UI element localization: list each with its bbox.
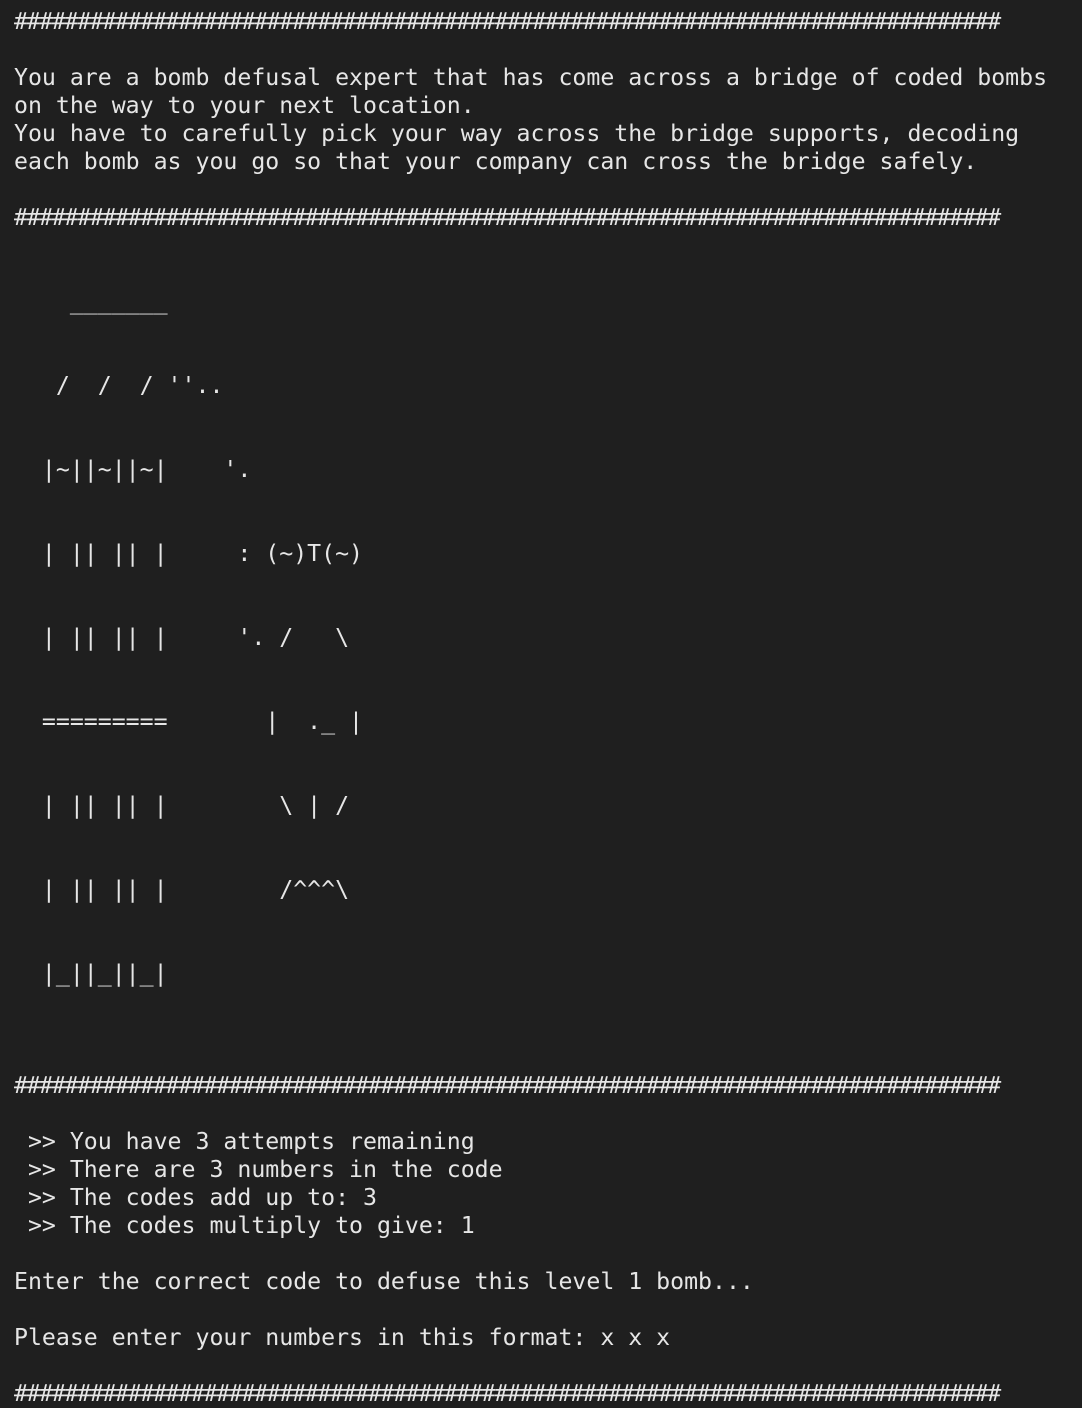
status-line: >> The codes add up to: 3 [14,1184,377,1211]
ascii-art-line: |_||_||_| [14,960,168,987]
separator-line: ########################################… [14,204,1001,231]
ascii-art-line: | || || | '. / \ [14,624,350,651]
ascii-art-line: | || || | /^^^\ [14,876,350,903]
status-line: >> There are 3 numbers in the code [14,1156,503,1183]
ascii-art-line: / / / ''.. [14,372,224,399]
ascii-art-line: | || || | \ | / [14,792,350,819]
intro-line: each bomb as you go so that your company… [14,148,978,175]
ascii-art-line: | || || | : (~)T(~) [14,540,364,567]
intro-line: You are a bomb defusal expert that has c… [14,64,1048,91]
ascii-art-line: |~||~||~| '. [14,456,252,483]
prompt-line: Enter the correct code to defuse this le… [14,1268,754,1295]
ascii-art-bridge-bomb: _______ / / / ''.. |~||~||~| '. | || || … [14,232,1074,1044]
status-line: >> The codes multiply to give: 1 [14,1212,475,1239]
separator-line: ########################################… [14,1072,1001,1099]
terminal-output: ########################################… [14,8,1074,1408]
status-line: >> You have 3 attempts remaining [14,1128,475,1155]
ascii-art-line: ========= | ._ | [14,708,364,735]
intro-line: on the way to your next location. [14,92,475,119]
format-hint-line: Please enter your numbers in this format… [14,1324,671,1351]
separator-line: ########################################… [14,8,1001,35]
ascii-art-line: _______ [14,288,168,315]
separator-line: ########################################… [14,1380,1001,1407]
intro-line: You have to carefully pick your way acro… [14,120,1020,147]
